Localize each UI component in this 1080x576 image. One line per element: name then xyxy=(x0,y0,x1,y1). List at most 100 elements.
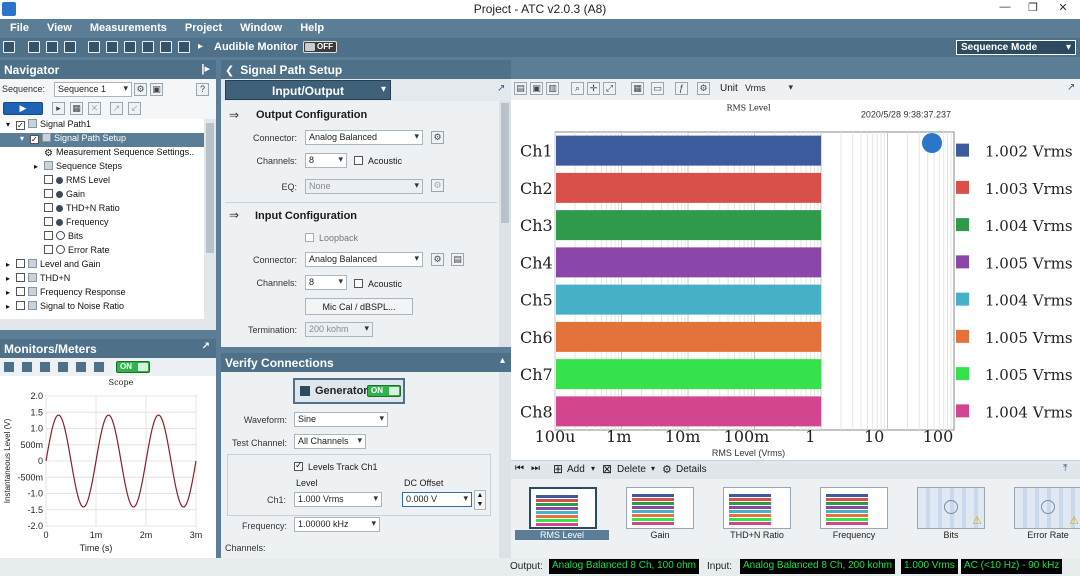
tree-expander-icon[interactable]: ▸ xyxy=(6,274,16,283)
scope-tab-icon[interactable] xyxy=(3,361,15,373)
bench-mode-icon[interactable] xyxy=(124,41,136,53)
meters-tab-icon[interactable] xyxy=(39,361,51,373)
pan-icon[interactable]: ✛ xyxy=(587,82,600,95)
chevron-down-icon[interactable]: ▾ xyxy=(651,464,655,473)
fit-icon[interactable]: ⤢ xyxy=(603,82,616,95)
input-channels-stepper[interactable]: 8 xyxy=(305,275,347,290)
grid-icon[interactable]: ▦ xyxy=(70,102,83,115)
collapse-icon[interactable]: ▴ xyxy=(500,355,505,366)
menu-file[interactable]: File xyxy=(0,19,37,34)
tree-item[interactable]: Error Rate xyxy=(0,245,204,259)
tree-scroll-thumb[interactable] xyxy=(206,123,214,253)
tree-item[interactable]: ⚙ Measurement Sequence Settings.. xyxy=(0,147,204,161)
step-thumbnail[interactable]: ⚠ xyxy=(1014,487,1080,529)
sequence-select[interactable]: Sequence 1 xyxy=(54,82,132,97)
mode-select[interactable]: Sequence Mode ▾ xyxy=(956,40,1076,55)
ch1-level-input[interactable]: 1.000 Vrms xyxy=(294,492,382,507)
save-graph-icon[interactable]: ▣ xyxy=(530,82,543,95)
io-scroll-thumb[interactable] xyxy=(501,103,509,223)
tree-item[interactable]: ▸ Sequence Steps xyxy=(0,161,204,175)
ch1-dc-offset-input[interactable]: 0.000 V xyxy=(402,492,472,507)
waveform-select[interactable]: Sine xyxy=(294,412,388,427)
delete-icon[interactable]: ⊠ xyxy=(602,462,612,476)
popout-icon[interactable]: ↗ xyxy=(497,83,505,94)
tree-checkbox[interactable]: ✓ xyxy=(16,121,25,130)
output-connector-settings-icon[interactable]: ⚙ xyxy=(431,131,444,144)
step-thumbnail[interactable]: ⚠ xyxy=(917,487,985,529)
close-button[interactable]: ✕ xyxy=(1048,1,1078,17)
collapse-panel-icon[interactable]: |▸ xyxy=(201,62,210,75)
copy-graph-icon[interactable]: ▤ xyxy=(514,82,527,95)
tree-expander-icon[interactable]: ▸ xyxy=(6,288,16,297)
input-info-icon[interactable]: ▤ xyxy=(451,253,464,266)
run-sequence-button[interactable]: ▶ xyxy=(3,102,43,115)
eq-settings-icon[interactable]: ⚙ xyxy=(431,179,444,192)
tree-expander-icon[interactable]: ▸ xyxy=(6,260,16,269)
import-icon[interactable]: ↙ xyxy=(128,102,141,115)
step-thumbnail[interactable] xyxy=(529,487,597,529)
display-options-icon[interactable]: ▭ xyxy=(651,82,664,95)
chevron-down-icon[interactable]: ▾ xyxy=(591,464,595,473)
new-file-icon[interactable] xyxy=(3,41,15,53)
delete-icon[interactable]: ✕ xyxy=(88,102,101,115)
generator-icon[interactable] xyxy=(88,41,100,53)
details-button[interactable]: Details xyxy=(676,464,707,475)
sequence-settings-icon[interactable]: ⚙ xyxy=(134,83,147,96)
tree-checkbox[interactable] xyxy=(44,203,53,212)
tree-expander-icon[interactable]: ▾ xyxy=(6,120,16,129)
restore-button[interactable]: ❐ xyxy=(1018,1,1048,17)
tree-item[interactable]: Frequency xyxy=(0,217,204,231)
sequence-icon[interactable] xyxy=(142,41,154,53)
input-connector-settings-icon[interactable]: ⚙ xyxy=(431,253,444,266)
input-acoustic-checkbox[interactable] xyxy=(354,279,363,288)
levels-track-checkbox[interactable] xyxy=(294,460,303,471)
tree-item[interactable]: Gain xyxy=(0,189,204,203)
monitors-toggle[interactable]: ON xyxy=(116,361,150,373)
tree-checkbox[interactable] xyxy=(16,273,25,282)
tree-checkbox[interactable] xyxy=(44,175,53,184)
level-tab-icon[interactable] xyxy=(93,361,105,373)
list-tab-icon[interactable] xyxy=(57,361,69,373)
play-icon[interactable]: ▸ xyxy=(198,41,203,52)
gear-icon[interactable]: ⚙ xyxy=(662,463,672,476)
eq-select[interactable]: None xyxy=(305,179,423,194)
step-thumbnail[interactable] xyxy=(626,487,694,529)
tree-scrollbar[interactable] xyxy=(204,119,216,319)
meter-icon[interactable] xyxy=(178,41,190,53)
mic-cal-button[interactable]: Mic Cal / dBSPL... xyxy=(305,298,413,315)
monitor-icon[interactable] xyxy=(160,41,172,53)
back-icon[interactable]: ❮ xyxy=(225,65,234,77)
save-icon[interactable] xyxy=(46,41,58,53)
print-graph-icon[interactable]: ▥ xyxy=(546,82,559,95)
expand-icon[interactable]: ⤒ xyxy=(1063,463,1067,474)
menu-measurements[interactable]: Measurements xyxy=(80,19,175,34)
tree-item[interactable]: THD+N Ratio xyxy=(0,203,204,217)
tree-expander-icon[interactable]: ▸ xyxy=(6,302,16,311)
tree-checkbox[interactable] xyxy=(16,287,25,296)
loopback-checkbox[interactable] xyxy=(305,233,314,242)
tree-checkbox[interactable] xyxy=(16,259,25,268)
last-step-icon[interactable]: ⏭ xyxy=(531,463,540,474)
add-icon[interactable]: ⊞ xyxy=(553,462,563,476)
tree-item[interactable]: ▸ Level and Gain xyxy=(0,259,204,273)
settings-icon[interactable] xyxy=(64,41,76,53)
step-thumbnail[interactable] xyxy=(820,487,888,529)
tree-item[interactable]: ▸ THD+N xyxy=(0,273,204,287)
output-connector-select[interactable]: Analog Balanced xyxy=(305,130,423,145)
add-step-button[interactable]: Add xyxy=(567,464,585,475)
generator-toggle[interactable]: ON xyxy=(367,385,401,397)
tree-hscrollbar[interactable] xyxy=(0,319,216,330)
output-channels-stepper[interactable]: 8 xyxy=(305,153,347,168)
menu-help[interactable]: Help xyxy=(290,19,332,34)
tree-item[interactable]: ▾ ✓ Signal Path1 xyxy=(0,119,204,133)
fft-tab-icon[interactable] xyxy=(21,361,33,373)
verify-scrollbar[interactable] xyxy=(499,372,511,558)
menu-window[interactable]: Window xyxy=(230,19,290,34)
tree-checkbox[interactable]: ✓ xyxy=(30,135,39,144)
settings-tab-icon[interactable] xyxy=(75,361,87,373)
tree-item[interactable]: Bits xyxy=(0,231,204,245)
input-connector-select[interactable]: Analog Balanced xyxy=(305,252,423,267)
unit-select[interactable]: Vrms xyxy=(741,81,797,96)
menu-view[interactable]: View xyxy=(37,19,80,34)
tree-checkbox[interactable] xyxy=(44,217,53,226)
